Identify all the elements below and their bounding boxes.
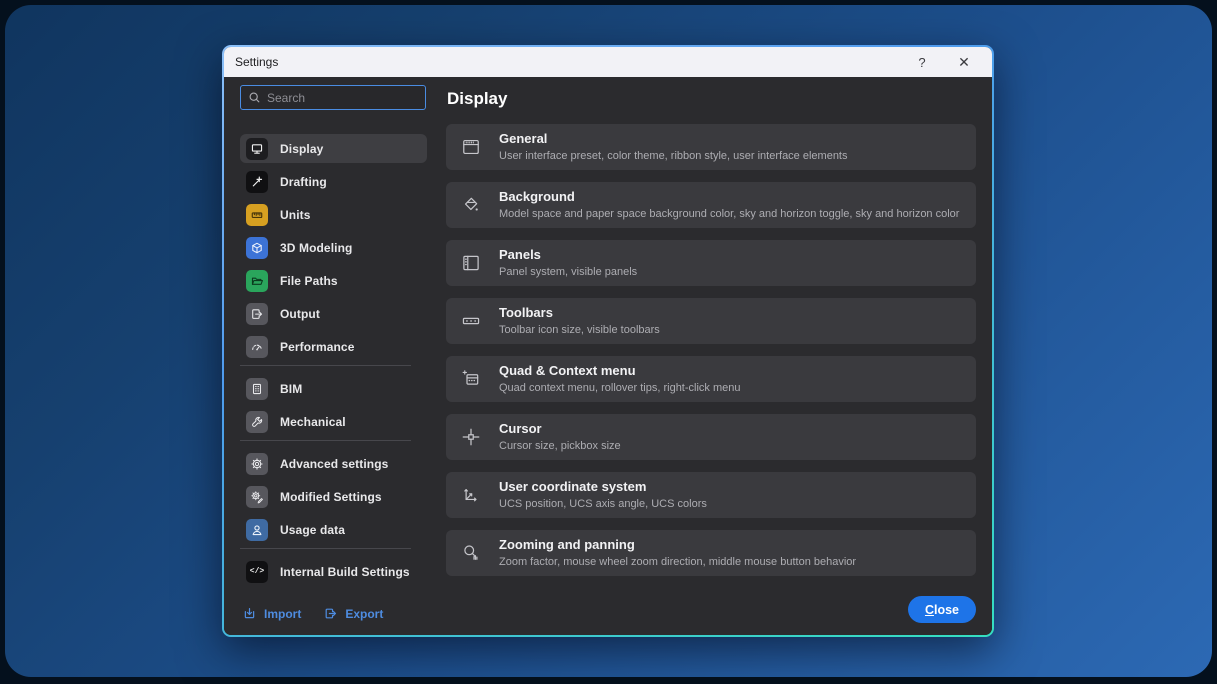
gear-icon [246,453,268,475]
sidebar-item-3d-modeling[interactable]: 3D Modeling [240,233,427,262]
bim-building-icon [246,378,268,400]
card-subtitle: User interface preset, color theme, ribb… [499,149,848,163]
context-menu-icon [460,369,482,389]
sidebar-item-file-paths[interactable]: File Paths [240,266,427,295]
sidebar-item-label: Output [280,307,320,321]
sidebar-item-label: Mechanical [280,415,346,429]
card-title: Panels [499,247,637,264]
help-button[interactable]: ? [905,50,939,74]
import-label: Import [264,607,301,621]
sidebar-item-display[interactable]: Display [240,134,427,163]
sidebar-item-mechanical[interactable]: Mechanical [240,407,427,436]
card-title: Toolbars [499,305,660,322]
settings-window: Settings ? ✕ Display [222,45,994,637]
output-icon [246,303,268,325]
main-panel: Display General User interface preset, c… [430,77,992,635]
sidebar-item-internal-build-settings[interactable]: </> Internal Build Settings [240,557,427,586]
card-subtitle: Model space and paper space background c… [499,207,959,221]
paint-bucket-icon [460,195,482,215]
sidebar-item-drafting[interactable]: Drafting [240,167,427,196]
card-quad-context-menu[interactable]: Quad & Context menu Quad context menu, r… [446,356,976,402]
sidebar-item-label: Drafting [280,175,327,189]
sidebar-item-usage-data[interactable]: Usage data [240,515,427,544]
card-subtitle: Quad context menu, rollover tips, right-… [499,381,741,395]
card-subtitle: UCS position, UCS axis angle, UCS colors [499,497,707,511]
wrench-icon [246,411,268,433]
drafting-compass-icon [246,171,268,193]
sidebar-item-label: BIM [280,382,302,396]
card-subtitle: Toolbar icon size, visible toolbars [499,323,660,337]
sidebar-divider [240,365,411,366]
panels-icon [460,253,482,273]
sidebar-item-label: Display [280,142,323,156]
close-button[interactable]: Close [908,596,976,623]
card-title: Cursor [499,421,621,438]
crosshair-icon [460,427,482,447]
titlebar[interactable]: Settings ? ✕ [224,47,992,77]
sidebar-item-label: Performance [280,340,354,354]
export-icon [323,606,338,621]
import-button[interactable]: Import [242,606,301,621]
card-general[interactable]: General User interface preset, color the… [446,124,976,170]
card-panels[interactable]: Panels Panel system, visible panels [446,240,976,286]
sidebar-item-units[interactable]: Units [240,200,427,229]
export-label: Export [345,607,383,621]
toolbar-strip-icon [460,311,482,331]
close-window-button[interactable]: ✕ [947,50,981,74]
sidebar-item-label: Modified Settings [280,490,382,504]
search-box[interactable] [240,85,426,110]
card-title: General [499,131,848,148]
import-icon [242,606,257,621]
ruler-icon [246,204,268,226]
search-input[interactable] [267,91,418,105]
code-icon: </> [246,561,268,583]
sidebar-item-performance[interactable]: Performance [240,332,427,361]
sidebar-item-label: Advanced settings [280,457,388,471]
folder-icon [246,270,268,292]
sidebar-item-label: File Paths [280,274,338,288]
sidebar-item-label: 3D Modeling [280,241,352,255]
performance-gauge-icon [246,336,268,358]
sidebar-item-output[interactable]: Output [240,299,427,328]
card-background[interactable]: Background Model space and paper space b… [446,182,976,228]
sidebar-footer: Import Export [240,606,430,621]
sidebar-nav: Display Drafting Units [240,134,427,606]
card-zooming-and-panning[interactable]: Zooming and panning Zoom factor, mouse w… [446,530,976,576]
card-title: Background [499,189,959,206]
sidebar-item-label: Internal Build Settings [280,565,410,579]
card-subtitle: Zoom factor, mouse wheel zoom direction,… [499,555,856,569]
card-subtitle: Cursor size, pickbox size [499,439,621,453]
sidebar: Display Drafting Units [224,77,430,635]
window-ribbon-icon [460,137,482,157]
ucs-axes-icon [460,485,482,505]
card-toolbars[interactable]: Toolbars Toolbar icon size, visible tool… [446,298,976,344]
card-cursor[interactable]: Cursor Cursor size, pickbox size [446,414,976,460]
search-icon [248,91,261,104]
sidebar-item-bim[interactable]: BIM [240,374,427,403]
sidebar-item-label: Units [280,208,311,222]
gear-pencil-icon [246,486,268,508]
sidebar-divider [240,548,411,549]
card-subtitle: Panel system, visible panels [499,265,637,279]
export-button[interactable]: Export [323,606,383,621]
close-button-label: Close [925,603,959,617]
page-title: Display [447,89,976,109]
cube-3d-icon [246,237,268,259]
card-title: Quad & Context menu [499,363,741,380]
sidebar-item-advanced-settings[interactable]: Advanced settings [240,449,427,478]
card-title: User coordinate system [499,479,707,496]
zoom-pan-icon [460,543,482,563]
sidebar-item-modified-settings[interactable]: Modified Settings [240,482,427,511]
card-title: Zooming and panning [499,537,856,554]
user-icon [246,519,268,541]
sidebar-item-label: Usage data [280,523,345,537]
sidebar-divider [240,440,411,441]
card-user-coordinate-system[interactable]: User coordinate system UCS position, UCS… [446,472,976,518]
monitor-icon [246,138,268,160]
window-title: Settings [235,55,278,69]
